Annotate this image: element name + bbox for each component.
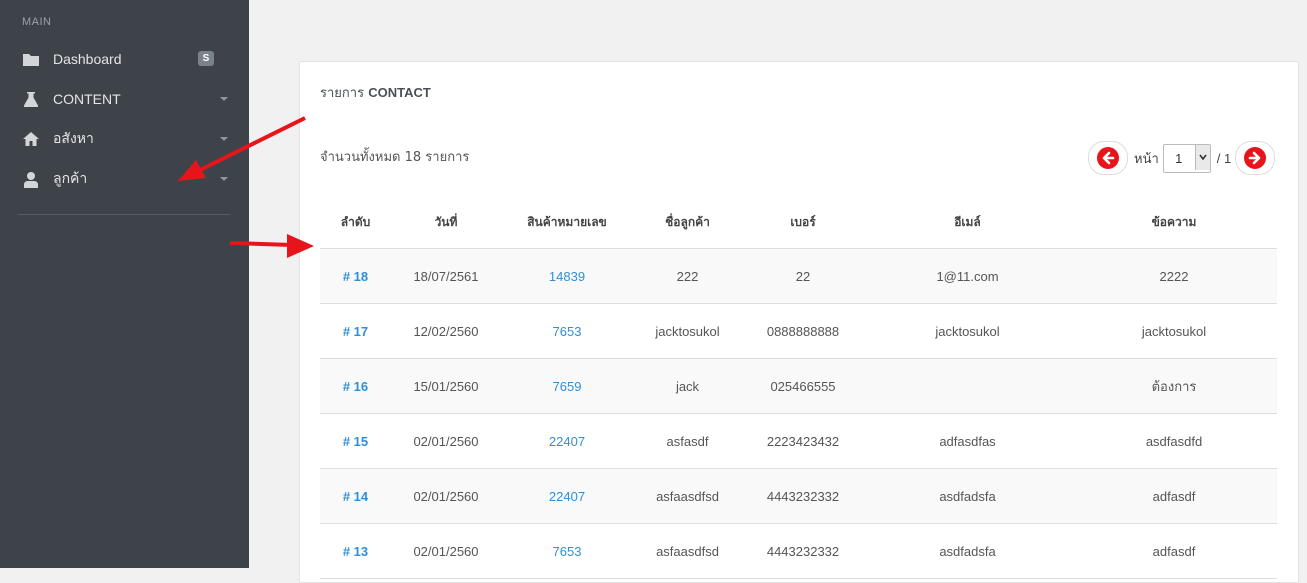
prev-page-button[interactable] (1088, 141, 1128, 175)
table-header-row: ลำดับ วันที่ สินค้าหมายเลข ชื่อลูกค้า เบ… (320, 196, 1277, 249)
sidebar-section-title: MAIN (22, 16, 52, 28)
flask-icon (21, 90, 41, 108)
row-order-link[interactable]: # 14 (320, 468, 391, 524)
row-order-link[interactable]: # 16 (320, 358, 391, 414)
row-customer: jacktosukol (633, 303, 742, 359)
row-phone: 4443232332 (742, 468, 864, 524)
row-email: asdfadsfa (864, 468, 1071, 524)
table-row[interactable]: # 16 15/01/2560 7659 jack 025466555 ต้อง… (320, 358, 1277, 414)
panel-title-strong: CONTACT (368, 85, 431, 100)
panel-title: รายการ CONTACT (320, 82, 431, 103)
row-date: 02/01/2560 (391, 468, 501, 524)
dashboard-badge: S (198, 51, 214, 66)
row-customer: asfaasdfsd (633, 468, 742, 524)
col-header-date: วันที่ (391, 196, 501, 249)
table-row[interactable]: # 13 02/01/2560 7653 asfaasdfsd 44432323… (320, 523, 1277, 579)
sidebar-divider (18, 214, 230, 215)
chevron-down-icon (220, 97, 228, 101)
user-icon (21, 170, 41, 188)
row-customer: asfasdf (633, 413, 742, 469)
row-order-link[interactable]: # 17 (320, 303, 391, 359)
folder-icon (21, 50, 41, 68)
contact-panel: รายการ CONTACT จำนวนทั้งหมด 18 รายการ หน… (299, 61, 1299, 583)
row-phone: 0888888888 (742, 303, 864, 359)
row-message: asdfasdfd (1071, 413, 1277, 469)
col-header-email: อีเมล์ (864, 196, 1071, 249)
row-phone: 025466555 (742, 358, 864, 414)
row-phone: 22 (742, 248, 864, 304)
col-header-product: สินค้าหมายเลข (501, 196, 633, 249)
row-product-link[interactable]: 14839 (501, 248, 633, 304)
sidebar-item-content[interactable]: CONTENT (0, 79, 249, 119)
row-date: 15/01/2560 (391, 358, 501, 414)
page-select-value: 1 (1175, 150, 1183, 166)
next-page-button[interactable] (1235, 141, 1276, 175)
row-order-link[interactable]: # 18 (320, 248, 391, 304)
page-label: หน้า (1134, 151, 1159, 167)
col-header-order: ลำดับ (320, 196, 391, 249)
row-message: 2222 (1071, 248, 1277, 304)
chevron-down-icon (220, 177, 228, 181)
col-header-customer: ชื่อลูกค้า (633, 196, 742, 249)
row-email: asdfadsfa (864, 523, 1071, 579)
sidebar-item-dashboard[interactable]: Dashboard S (0, 39, 249, 79)
page-select[interactable]: 1 (1162, 143, 1211, 173)
contact-table: ลำดับ วันที่ สินค้าหมายเลข ชื่อลูกค้า เบ… (320, 196, 1277, 579)
chevron-down-icon (1194, 144, 1210, 170)
sidebar-item-property[interactable]: อสังหา (0, 119, 249, 159)
row-date: 02/01/2560 (391, 413, 501, 469)
panel-title-prefix: รายการ (320, 86, 365, 101)
arrow-left-icon (1097, 147, 1119, 169)
row-message: adfasdf (1071, 523, 1277, 579)
table-row[interactable]: # 17 12/02/2560 7653 jacktosukol 0888888… (320, 303, 1277, 359)
sidebar-item-label: อสังหา (53, 130, 94, 146)
sidebar-item-label: ลูกค้า (53, 170, 88, 186)
row-product-link[interactable]: 7653 (501, 303, 633, 359)
row-order-link[interactable]: # 13 (320, 523, 391, 579)
row-email (864, 358, 1071, 414)
row-message: ต้องการ (1071, 358, 1277, 414)
row-product-link[interactable]: 22407 (501, 468, 633, 524)
table-row[interactable]: # 18 18/07/2561 14839 222 22 1@11.com 22… (320, 248, 1277, 304)
sidebar-item-label: CONTENT (53, 91, 121, 107)
row-email: adfasdfas (864, 413, 1071, 469)
pagination: หน้า 1 / 1 (1088, 141, 1276, 175)
sidebar-item-customers[interactable]: ลูกค้า (0, 159, 249, 199)
row-product-link[interactable]: 7653 (501, 523, 633, 579)
row-phone: 2223423432 (742, 413, 864, 469)
row-phone: 4443232332 (742, 523, 864, 579)
row-order-link[interactable]: # 15 (320, 413, 391, 469)
table-row[interactable]: # 14 02/01/2560 22407 asfaasdfsd 4443232… (320, 468, 1277, 524)
arrow-right-icon (1244, 147, 1267, 169)
table-row[interactable]: # 15 02/01/2560 22407 asfasdf 2223423432… (320, 413, 1277, 469)
row-date: 12/02/2560 (391, 303, 501, 359)
chevron-down-icon (220, 137, 228, 141)
row-message: jacktosukol (1071, 303, 1277, 359)
col-header-message: ข้อความ (1071, 196, 1277, 249)
row-email: jacktosukol (864, 303, 1071, 359)
row-email: 1@11.com (864, 248, 1071, 304)
row-customer: 222 (633, 248, 742, 304)
col-header-phone: เบอร์ (742, 196, 864, 249)
row-customer: jack (633, 358, 742, 414)
row-date: 02/01/2560 (391, 523, 501, 579)
sidebar-item-label: Dashboard (53, 51, 122, 67)
row-customer: asfaasdfsd (633, 523, 742, 579)
page-total: / 1 (1216, 150, 1232, 166)
total-count: จำนวนทั้งหมด 18 รายการ (320, 150, 470, 165)
home-icon (21, 130, 41, 148)
sidebar: MAIN Dashboard S CONTENT อสังหา ลูกค้า (0, 0, 249, 568)
row-product-link[interactable]: 22407 (501, 413, 633, 469)
row-message: adfasdf (1071, 468, 1277, 524)
row-date: 18/07/2561 (391, 248, 501, 304)
row-product-link[interactable]: 7659 (501, 358, 633, 414)
